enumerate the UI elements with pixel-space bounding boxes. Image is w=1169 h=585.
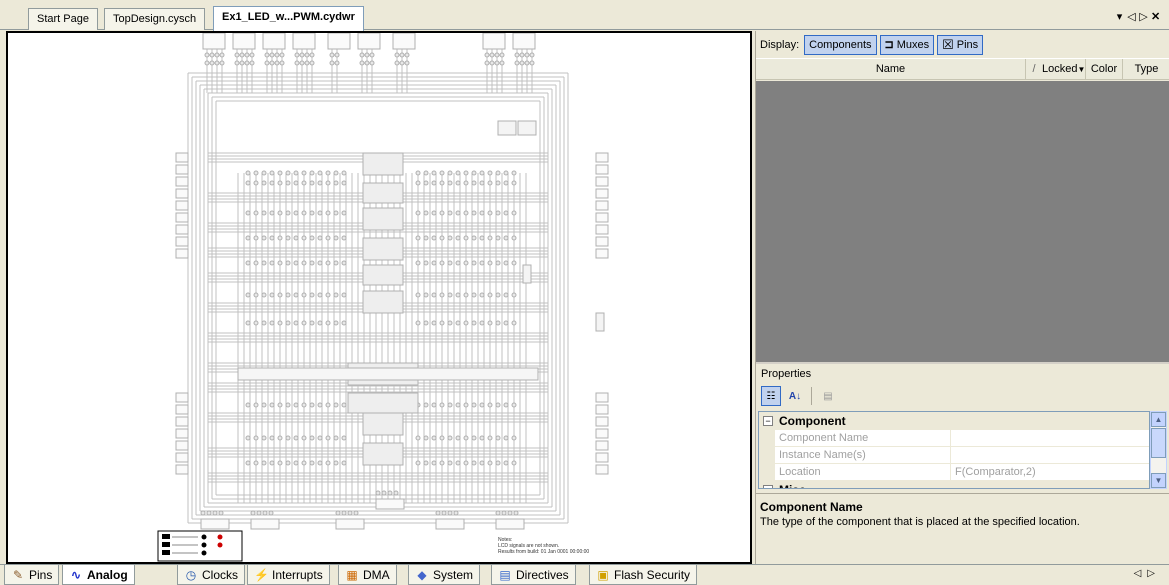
tab-system[interactable]: ◆ System <box>408 565 481 585</box>
interrupt-icon: ⚡ <box>254 567 269 582</box>
bottom-next-icon[interactable]: ▷ <box>1147 568 1161 579</box>
description-title: Component Name <box>760 500 863 514</box>
tab-topdesign[interactable]: TopDesign.cysch <box>104 8 206 30</box>
property-value[interactable] <box>951 447 1149 463</box>
tab-controls: ▾ ◁▷✕ <box>1115 10 1163 23</box>
property-grid: − Component Component Name Instance Name(… <box>758 411 1150 489</box>
categorized-icon: ☷ <box>766 390 776 402</box>
component-grid-header: Name / Locked▼ Color Type <box>756 58 1169 80</box>
property-value[interactable]: F(Comparator,2) <box>951 464 1149 480</box>
tab-close-icon[interactable]: ✕ <box>1151 10 1163 23</box>
col-color[interactable]: Color <box>1086 59 1123 80</box>
tab-start-page[interactable]: Start Page <box>28 8 98 30</box>
right-panel: Display: Components ⊐ Muxes ☒ Pins Name / … <box>755 31 1169 564</box>
flash-security-icon: ▣ <box>597 567 609 582</box>
document-tab-strip: Start Page TopDesign.cysch Ex1_LED_w...P… <box>0 0 1169 31</box>
property-name: Component Name <box>775 430 951 446</box>
property-name: Location <box>775 464 951 480</box>
directives-icon: ▤ <box>499 567 511 582</box>
display-label: Display: <box>760 38 800 51</box>
col-sort-indicator: / <box>1032 63 1036 75</box>
property-description: Component Name The type of the component… <box>756 493 1169 564</box>
property-pages-icon: ▤ <box>823 390 833 402</box>
tab-analog[interactable]: ∿ Analog <box>62 565 135 585</box>
tab-next-icon[interactable]: ▷ <box>1139 10 1151 23</box>
component-grid-body[interactable] <box>756 81 1169 378</box>
tab-interrupts[interactable]: ⚡ Interrupts <box>247 565 330 585</box>
diagram-legend <box>157 530 243 562</box>
app-window: Start Page TopDesign.cysch Ex1_LED_w...P… <box>0 0 1169 585</box>
chip-diagram-canvas[interactable]: Notes: LCD signals are not shown. Result… <box>6 31 752 564</box>
tab-prev-icon[interactable]: ◁ <box>1127 10 1139 23</box>
diagram-notes-line2: Results from build: 01 Jan 0001 00:00:00 <box>498 549 589 555</box>
dma-icon: ▦ <box>346 567 358 582</box>
analog-icon: ∿ <box>70 567 82 582</box>
property-scrollbar[interactable]: ▲ ▼ <box>1150 411 1167 489</box>
category-misc[interactable]: −Misc <box>759 481 1149 488</box>
muxes-toggle[interactable]: ⊐ Muxes <box>879 34 935 55</box>
tab-clocks[interactable]: ◷ Clocks <box>177 565 246 585</box>
properties-toolbar: ☷ A↓ ▤ <box>756 382 1169 410</box>
property-name: Instance Name(s) <box>775 447 951 463</box>
scroll-thumb[interactable] <box>1151 428 1166 458</box>
clock-icon: ◷ <box>185 567 197 582</box>
scroll-down-icon[interactable]: ▼ <box>1151 473 1166 488</box>
description-text: The type of the component that is placed… <box>760 516 1080 528</box>
bottom-prev-icon[interactable]: ◁ <box>1134 568 1148 579</box>
tab-cydwr[interactable]: Ex1_LED_w...PWM.cydwr <box>213 6 364 31</box>
tab-dropdown-icon[interactable]: ▾ <box>1115 10 1127 23</box>
col-name[interactable]: Name <box>756 59 1026 80</box>
bottom-tab-strip: ✎ Pins ∿ Analog ◷ Clocks ⚡ Interrupts ▦ DMA ◆… <box>0 564 1169 585</box>
collapse-icon[interactable]: − <box>763 485 773 488</box>
col-locked[interactable]: Locked▼ <box>1042 59 1086 80</box>
tab-flash-security[interactable]: ▣ Flash Security <box>589 565 698 585</box>
toolbar-separator <box>811 387 812 405</box>
property-row[interactable]: Component Name <box>759 430 1149 447</box>
property-row[interactable]: Instance Name(s) <box>759 447 1149 464</box>
property-value[interactable] <box>951 430 1149 446</box>
display-toolbar: Display: Components ⊐ Muxes ☒ Pins <box>756 31 1169 58</box>
property-pages-button[interactable]: ▤ <box>818 386 838 406</box>
bottom-tab-scroll: ◁▷ <box>1134 568 1161 579</box>
mux-icon: ⊐ <box>884 39 894 51</box>
collapse-icon[interactable]: − <box>763 416 773 426</box>
properties-title: Properties <box>756 362 1169 382</box>
pins-icon: ✎ <box>12 567 24 582</box>
property-row[interactable]: Location F(Comparator,2) <box>759 464 1149 481</box>
system-icon: ◆ <box>417 567 427 582</box>
components-toggle[interactable]: Components <box>804 34 877 55</box>
tab-directives[interactable]: ▤ Directives <box>491 565 576 585</box>
alphabetical-button[interactable]: A↓ <box>785 386 805 406</box>
filter-dropdown-icon[interactable]: ▼ <box>1077 65 1085 74</box>
scroll-up-icon[interactable]: ▲ <box>1151 412 1166 427</box>
category-component[interactable]: − Component <box>759 412 1149 430</box>
pin-box-icon: ☒ <box>942 36 954 52</box>
categorized-button[interactable]: ☷ <box>761 386 781 406</box>
col-type[interactable]: Type <box>1123 59 1169 80</box>
sort-az-icon: A↓ <box>788 390 802 402</box>
pins-toggle[interactable]: ☒ Pins <box>937 34 984 55</box>
tab-dma[interactable]: ▦ DMA <box>338 565 397 585</box>
tab-pins[interactable]: ✎ Pins <box>4 565 60 585</box>
analog-routing-diagram[interactable]: Notes: LCD signals are not shown. Result… <box>8 33 750 562</box>
